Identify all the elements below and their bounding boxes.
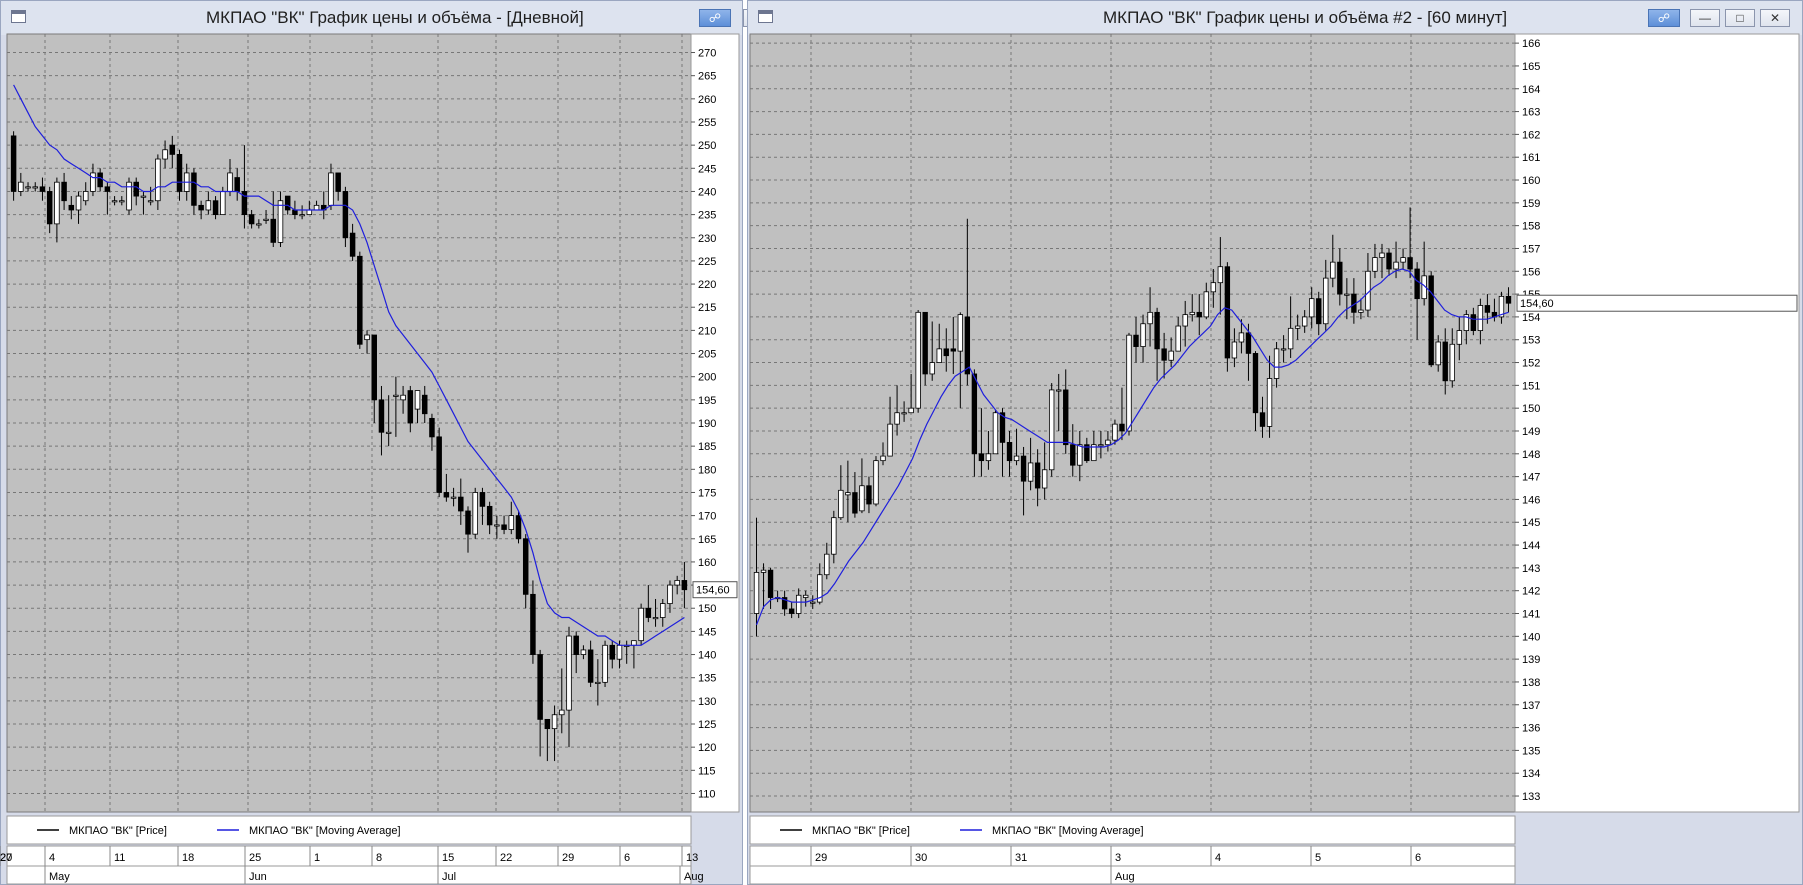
window-titlebar[interactable]: МКПАО "ВК" График цены и объёма #2 - [60… — [748, 1, 1802, 35]
minimize-button[interactable]: — — [1690, 9, 1720, 27]
chart-window-daily[interactable]: МКПАО "ВК" График цены и объёма - [Дневн… — [0, 0, 773, 885]
window-titlebar[interactable]: МКПАО "ВК" График цены и объёма - [Дневн… — [1, 1, 773, 35]
chart-window-hourly[interactable]: МКПАО "ВК" График цены и объёма #2 - [60… — [747, 0, 1803, 885]
link-button[interactable]: ☍ — [1648, 9, 1680, 27]
window-menu-icon[interactable] — [11, 10, 26, 23]
window-menu-icon[interactable] — [758, 10, 773, 23]
window-title: МКПАО "ВК" График цены и объёма #2 - [60… — [1103, 8, 1508, 27]
close-button[interactable]: ✕ — [1760, 9, 1790, 27]
link-button[interactable]: ☍ — [699, 9, 731, 27]
window-title: МКПАО "ВК" График цены и объёма - [Дневн… — [206, 8, 584, 27]
maximize-button[interactable]: □ — [1725, 9, 1755, 27]
